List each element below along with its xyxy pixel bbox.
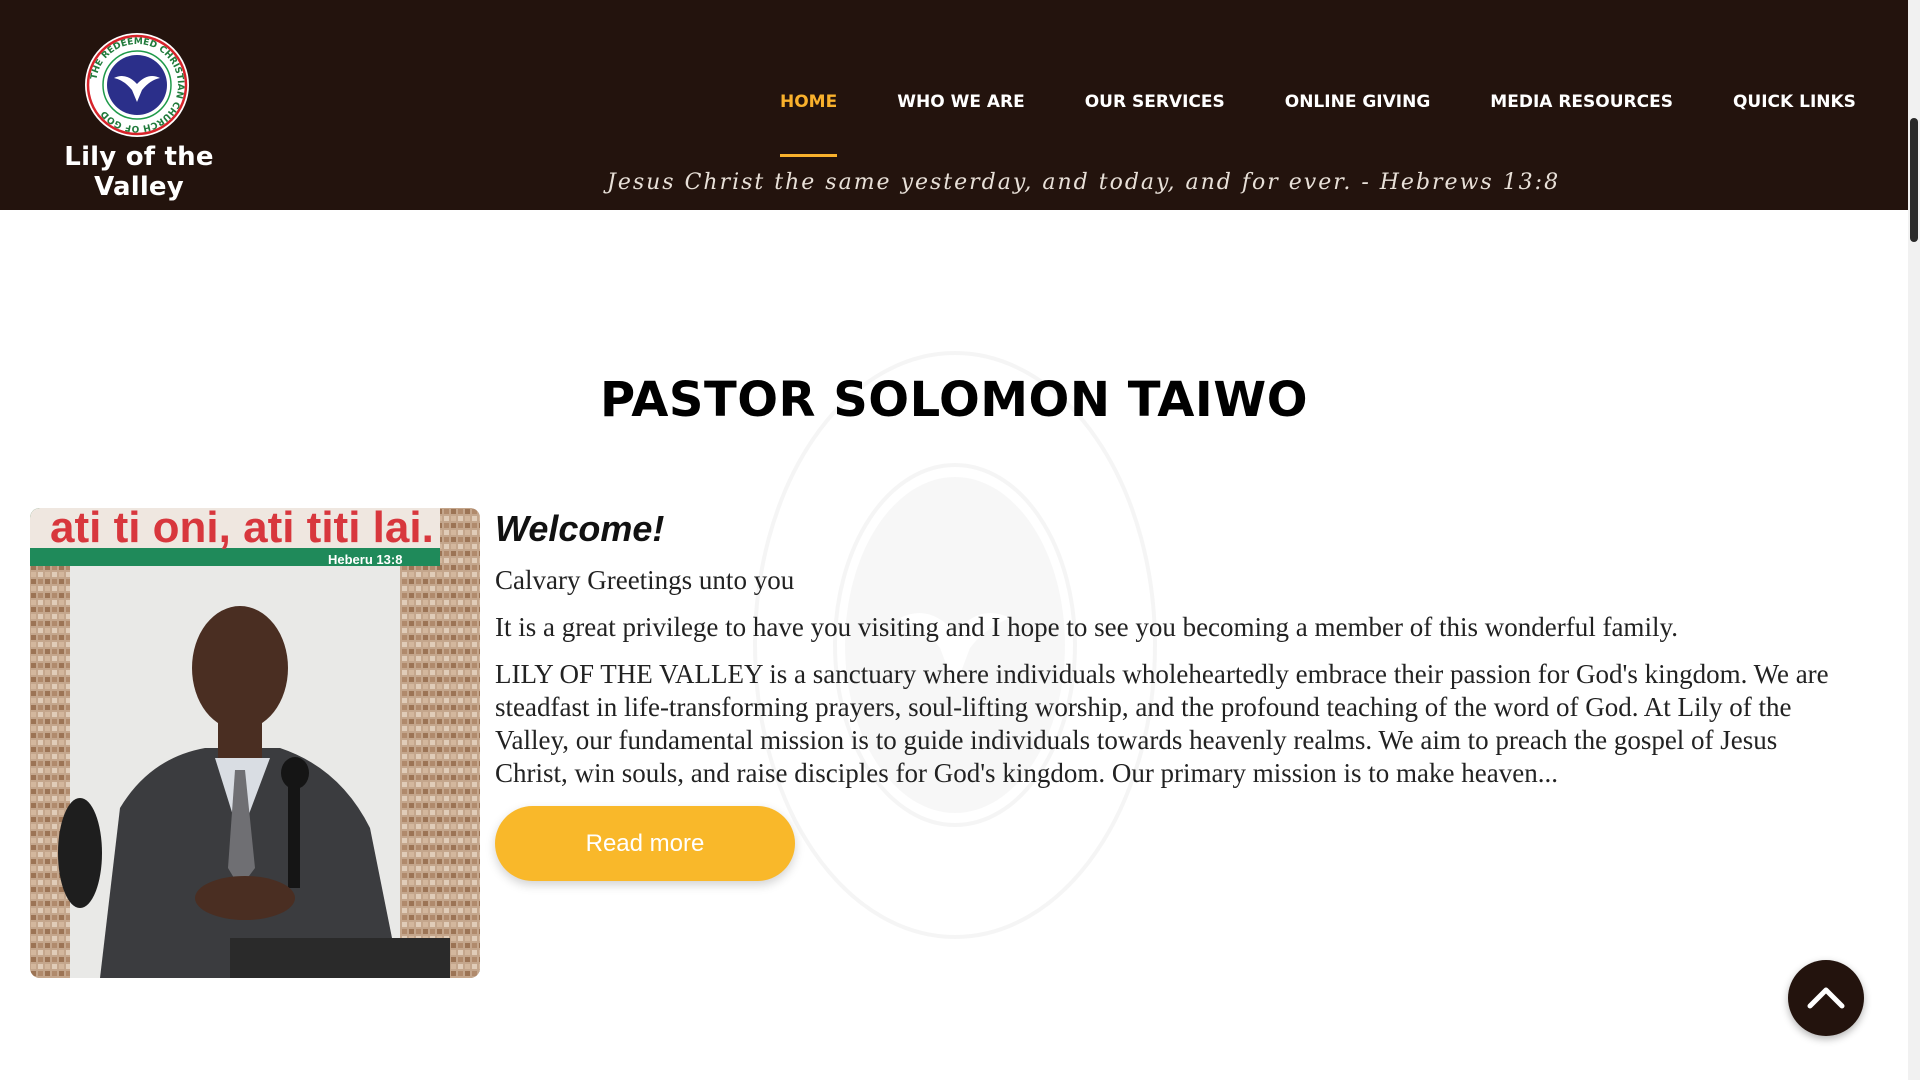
nav-our-services[interactable]: OUR SERVICES	[1085, 92, 1225, 122]
photo-banner-ref: Heberu 13:8	[328, 552, 402, 567]
pastor-photo: ati ti oni, ati titi lai. Heberu 13:8	[30, 508, 480, 978]
nav-home-label: HOME	[780, 92, 838, 112]
site-header: THE REDEEMED CHRISTIAN CHURCH OF GOD Lil…	[0, 0, 1908, 210]
nav-media-resources[interactable]: MEDIA RESOURCES	[1490, 92, 1673, 122]
nav-quick-links[interactable]: QUICK LINKS	[1733, 92, 1856, 122]
nav-who-we-are[interactable]: WHO WE ARE	[897, 92, 1025, 122]
pastor-photo-image: ati ti oni, ati titi lai. Heberu 13:8	[30, 508, 480, 978]
read-more-button[interactable]: Read more	[495, 806, 795, 881]
photo-banner-text: ati ti oni, ati titi lai.	[50, 508, 434, 552]
welcome-section: Welcome! Calvary Greetings unto you It i…	[495, 508, 1855, 881]
nav-online-giving[interactable]: ONLINE GIVING	[1285, 92, 1431, 122]
greeting-text: Calvary Greetings unto you	[495, 565, 795, 595]
site-logo-link[interactable]: THE REDEEMED CHRISTIAN CHURCH OF GOD Lil…	[30, 32, 248, 202]
nav-active-underline	[780, 154, 838, 157]
main-nav: HOME WHO WE ARE OUR SERVICES ONLINE GIVI…	[780, 92, 1856, 157]
scrollbar-thumb[interactable]	[1910, 118, 1918, 242]
back-to-top-button[interactable]	[1788, 960, 1864, 1036]
page-scrollbar[interactable]	[1908, 0, 1920, 1080]
rccg-logo-icon: THE REDEEMED CHRISTIAN CHURCH OF GOD	[85, 33, 189, 137]
header-verse: Jesus Christ the same yesterday, and tod…	[607, 170, 1561, 195]
chevron-up-icon	[1807, 987, 1845, 1009]
welcome-heading: Welcome!	[495, 508, 665, 549]
pastor-title: PASTOR SOLOMON TAIWO	[600, 372, 1308, 428]
nav-home[interactable]: HOME	[780, 92, 838, 157]
intro-text: It is a great privilege to have you visi…	[495, 612, 1678, 642]
body-text: LILY OF THE VALLEY is a sanctuary where …	[495, 659, 1829, 788]
